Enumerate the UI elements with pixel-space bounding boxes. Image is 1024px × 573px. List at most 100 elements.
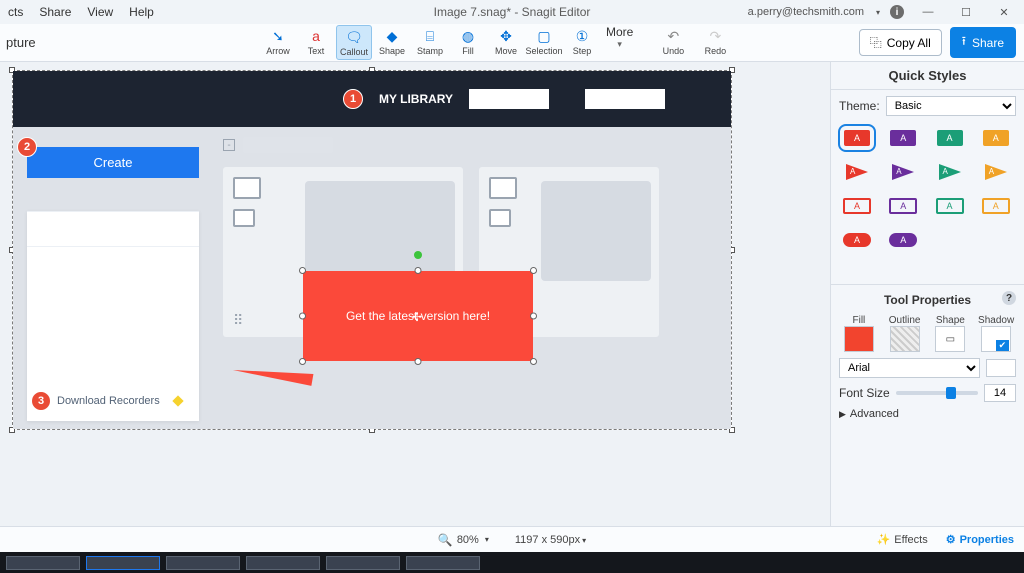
- styles-grid: A A A A A A A A A A A A A A: [831, 122, 1024, 284]
- font-size-input[interactable]: [984, 384, 1016, 402]
- close-button[interactable]: ✕: [990, 3, 1018, 21]
- effects-button[interactable]: ✨Effects: [877, 533, 928, 546]
- properties-icon: ⚙: [946, 533, 956, 546]
- theme-select[interactable]: Basic: [886, 96, 1016, 116]
- style-rect-teal[interactable]: A: [932, 194, 968, 218]
- tool-text[interactable]: aText: [298, 25, 334, 58]
- help-icon[interactable]: ?: [1002, 291, 1016, 305]
- fill-swatch[interactable]: [844, 326, 874, 352]
- tool-selection[interactable]: ▢Selection: [526, 25, 562, 58]
- play-folder-icon: [233, 209, 255, 227]
- magnifier-icon: 🔍: [438, 533, 453, 547]
- theme-label: Theme:: [839, 99, 880, 113]
- window-title: Image 7.snag* - Snagit Editor: [434, 5, 591, 19]
- copy-all-button[interactable]: ⿻Copy All: [859, 29, 942, 56]
- style-rect-orange[interactable]: A: [978, 194, 1014, 218]
- menu-view[interactable]: View: [87, 5, 113, 19]
- collapse-icon: -: [223, 139, 235, 151]
- menu-help[interactable]: Help: [129, 5, 154, 19]
- style-callout-teal[interactable]: A: [932, 126, 968, 150]
- screenshot-header: 1 MY LIBRARY: [13, 71, 731, 127]
- maximize-button[interactable]: ☐: [952, 3, 980, 21]
- outline-swatch[interactable]: [890, 326, 920, 352]
- style-arrow-teal[interactable]: A: [932, 160, 968, 184]
- canvas-selection[interactable]: 1 MY LIBRARY 2 Create 3: [12, 70, 732, 430]
- font-size-label: Font Size: [839, 386, 890, 400]
- canvas-dimensions[interactable]: 1197 x 590px▾: [515, 534, 586, 546]
- rotate-handle[interactable]: [414, 251, 422, 259]
- canvas-area[interactable]: 1 MY LIBRARY 2 Create 3: [0, 62, 830, 526]
- tool-redo[interactable]: ↷Redo: [697, 25, 733, 58]
- step-2-badge: 2: [17, 137, 37, 157]
- user-dropdown-icon[interactable]: ▾: [876, 8, 880, 17]
- my-library-label: MY LIBRARY: [379, 92, 453, 106]
- style-arrow-orange[interactable]: A: [978, 160, 1014, 184]
- play-folder-icon-2: [489, 209, 511, 227]
- tool-arrow[interactable]: ➘Arrow: [260, 25, 296, 58]
- advanced-toggle[interactable]: ▶ Advanced: [839, 408, 1016, 420]
- arrow-icon: ➘: [272, 27, 284, 45]
- menu-cts[interactable]: cts: [8, 5, 23, 19]
- user-email[interactable]: a.perry@techsmith.com: [748, 6, 864, 18]
- stamp-icon: ⌸: [426, 27, 434, 45]
- tray-thumb[interactable]: [406, 556, 480, 570]
- capture-label[interactable]: pture: [0, 35, 36, 50]
- style-pill-purple[interactable]: A: [885, 228, 921, 252]
- tray-thumb-active[interactable]: [86, 556, 160, 570]
- font-select[interactable]: Arial: [839, 358, 980, 378]
- drag-dots-icon: ⠿: [233, 312, 245, 329]
- step-1-badge: 1: [343, 89, 363, 109]
- shadow-swatch[interactable]: ✔: [981, 326, 1011, 352]
- move-icon: ✥: [500, 27, 512, 45]
- tool-more[interactable]: More▾: [606, 25, 633, 50]
- tray-thumb[interactable]: [246, 556, 320, 570]
- font-size-slider[interactable]: [896, 391, 978, 395]
- tool-properties-panel: Tool Properties ? Fill Outline Shape▭ Sh…: [831, 284, 1024, 428]
- chevron-right-icon: ▶: [839, 409, 846, 420]
- share-button[interactable]: ⭱Share: [950, 27, 1016, 58]
- tool-stamp[interactable]: ⌸Stamp: [412, 25, 448, 58]
- tool-callout[interactable]: 🗨Callout: [336, 25, 372, 60]
- style-callout-red[interactable]: A: [839, 126, 875, 150]
- shape-icon: ◆: [387, 27, 398, 45]
- properties-button[interactable]: ⚙Properties: [946, 533, 1014, 546]
- title-bar: cts Share View Help Image 7.snag* - Snag…: [0, 0, 1024, 24]
- style-callout-orange[interactable]: A: [978, 126, 1014, 150]
- copy-icon: ⿻: [870, 34, 882, 51]
- quick-styles-title: Quick Styles: [831, 62, 1024, 90]
- tool-properties-title: Tool Properties ?: [839, 289, 1016, 311]
- style-callout-purple[interactable]: A: [885, 126, 921, 150]
- tool-step[interactable]: ①Step: [564, 25, 600, 58]
- minimize-button[interactable]: —: [914, 3, 942, 21]
- style-rect-red[interactable]: A: [839, 194, 875, 218]
- folder-icon: [233, 177, 261, 199]
- thumbnail-tray[interactable]: [0, 552, 1024, 573]
- center-anchor-icon[interactable]: ✢: [412, 310, 424, 322]
- callout-icon: 🗨: [345, 28, 363, 46]
- status-bar: 🔍80%▾ 1197 x 590px▾ ✨Effects ⚙Properties: [0, 526, 1024, 552]
- tool-fill[interactable]: ◍Fill: [450, 25, 486, 58]
- folder-icon-2: [489, 177, 517, 199]
- tray-thumb[interactable]: [6, 556, 80, 570]
- tool-undo[interactable]: ↶Undo: [655, 25, 691, 58]
- style-rect-purple[interactable]: A: [885, 194, 921, 218]
- tray-thumb[interactable]: [326, 556, 400, 570]
- info-icon[interactable]: i: [890, 5, 904, 19]
- selection-icon: ▢: [537, 27, 550, 45]
- callout-object[interactable]: Get the latest version here! ✢: [303, 271, 533, 361]
- effects-icon: ✨: [877, 533, 891, 546]
- style-arrow-red[interactable]: A: [839, 160, 875, 184]
- step-3-badge: 3: [31, 391, 51, 411]
- style-pill-red[interactable]: A: [839, 228, 875, 252]
- zoom-control[interactable]: 🔍80%▾: [438, 533, 489, 547]
- style-arrow-purple[interactable]: A: [885, 160, 921, 184]
- quick-styles-panel: Quick Styles Theme: Basic A A A A A A A …: [830, 62, 1024, 526]
- fill-icon: ◍: [462, 27, 474, 45]
- font-color-swatch[interactable]: [986, 359, 1016, 377]
- shape-swatch[interactable]: ▭: [935, 326, 965, 352]
- anchor-diamond-icon: [172, 395, 183, 406]
- tray-thumb[interactable]: [166, 556, 240, 570]
- tool-move[interactable]: ✥Move: [488, 25, 524, 58]
- tool-shape[interactable]: ◆Shape: [374, 25, 410, 58]
- menu-share[interactable]: Share: [39, 5, 71, 19]
